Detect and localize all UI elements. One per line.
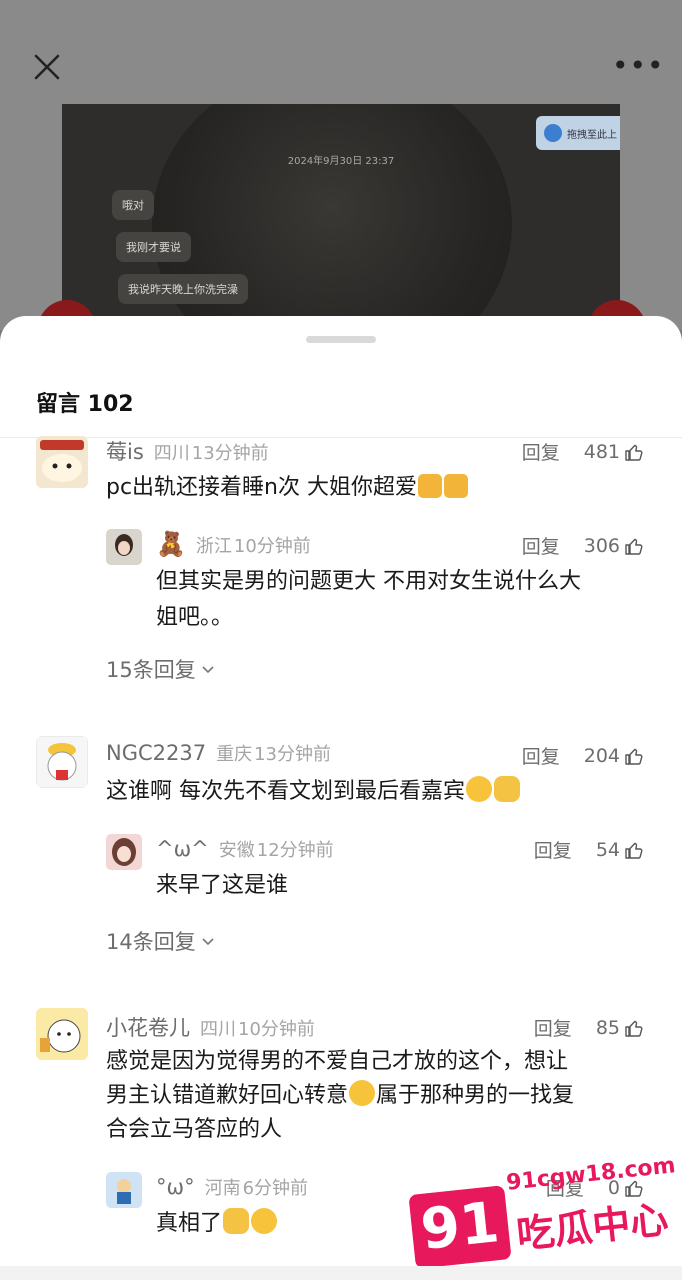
reply-avatar[interactable]	[106, 1172, 142, 1208]
reply-text: 真相了	[156, 1206, 278, 1242]
like-count: 204	[583, 744, 620, 767]
reply-button[interactable]: 回复	[522, 438, 560, 465]
reply-text-line: 姐吧。。	[156, 605, 234, 630]
avatar[interactable]	[36, 736, 88, 788]
comment-actions: 回复 85	[534, 1014, 644, 1041]
reply-meta: ^ω^ 安徽 12分钟前	[156, 836, 334, 862]
comment-time: 13分钟前	[254, 744, 331, 765]
comment-time: 10分钟前	[238, 1019, 315, 1040]
expand-replies-button[interactable]: 15条回复	[106, 654, 214, 684]
reply-text: 来早了这是谁	[156, 873, 289, 898]
comment-text-line: 感觉是因为觉得男的不爱自己才放的这个，想让	[106, 1049, 569, 1074]
watermark-logo: 91	[408, 1185, 512, 1269]
comment-text-content: 这谁啊 每次先不看文划到最后看嘉宾	[106, 779, 465, 804]
chat-bubble: 我刚才要说	[116, 232, 191, 262]
chat-timestamp: 2024年9月30日 23:37	[287, 156, 395, 167]
close-icon	[34, 54, 60, 80]
laughing-emoji-icon	[251, 1208, 278, 1234]
comment-meta: 莓is 四川 13分钟前	[106, 436, 269, 466]
chat-screenshot-photo: 拖拽至此上 2024年9月30日 23:37 哦对 我刚才要说 我说昨天晚上你洗…	[62, 104, 620, 330]
more-button[interactable]: •••	[612, 52, 664, 80]
thumbs-up-icon[interactable]	[624, 840, 644, 860]
expand-replies-label: 14条回复	[106, 930, 196, 954]
reply-location: 浙江	[195, 536, 232, 557]
reply-button[interactable]: 回复	[522, 742, 560, 769]
thumbs-up-emoji-icon	[418, 474, 442, 498]
thumbs-up-emoji-icon	[444, 474, 468, 498]
comment-actions: 回复 204	[522, 742, 644, 769]
cloud-badge: 拖拽至此上	[536, 116, 620, 150]
reply-button[interactable]: 回复	[522, 532, 560, 559]
reply-author[interactable]: °ω°	[156, 1175, 195, 1199]
comment-author[interactable]: NGC2237	[106, 741, 206, 765]
like-count: 85	[595, 1016, 620, 1039]
comment-actions: 回复 481	[522, 438, 644, 465]
reply-meta: 🧸 浙江 10分钟前	[156, 530, 311, 558]
comment-meta: 小花卷儿 四川 10分钟前	[106, 1012, 315, 1042]
reply-time: 6分钟前	[242, 1178, 309, 1199]
reply-author[interactable]: 🧸	[156, 530, 186, 558]
drag-handle[interactable]	[306, 336, 376, 343]
reply-text-line: 但其实是男的问题更大 不用对女生说什么大	[156, 569, 581, 594]
status-bar	[0, 0, 682, 14]
reply-meta: °ω° 河南 6分钟前	[156, 1174, 308, 1200]
laughing-emoji-icon	[349, 1080, 376, 1106]
comments-title: 留言 102	[36, 392, 134, 417]
comment-time: 13分钟前	[191, 443, 269, 464]
reply-time: 12分钟前	[256, 840, 334, 861]
background-photo-area: ••• 拖拽至此上 2024年9月30日 23:37 哦对 我刚才要说 我说昨天…	[0, 0, 682, 358]
laughing-emoji-icon	[466, 776, 492, 802]
reply-actions: 回复 54	[534, 836, 644, 863]
comment-text-segment: 男主认错道歉好回心转意	[106, 1083, 349, 1108]
comment-author[interactable]: 莓is	[106, 436, 144, 466]
reply-button[interactable]: 回复	[534, 836, 572, 863]
reply-text-content: 真相了	[156, 1211, 223, 1236]
expand-replies-button[interactable]: 14条回复	[106, 926, 214, 956]
comment-location: 四川	[200, 1019, 236, 1040]
comment-text-segment: 属于那种男的一找复	[376, 1083, 575, 1108]
comment-text: 这谁啊 每次先不看文划到最后看嘉宾	[106, 774, 521, 810]
comment-location: 四川	[153, 443, 190, 464]
reply-author[interactable]: ^ω^	[156, 837, 209, 861]
comment-text-line: 男主认错道歉好回心转意 属于那种男的一找复	[106, 1078, 574, 1114]
more-dots-icon: •••	[612, 49, 665, 82]
thumbs-up-icon[interactable]	[624, 1018, 644, 1038]
chat-bubble: 哦对	[112, 190, 154, 220]
like-count: 54	[595, 838, 620, 861]
reply-location: 安徽	[218, 840, 255, 861]
comment-text-content: pc出轨还接着睡n次 大姐你超爱	[106, 475, 417, 500]
comment-author[interactable]: 小花卷儿	[106, 1012, 190, 1042]
ok-hand-emoji-icon	[494, 776, 520, 802]
expand-replies-label: 15条回复	[106, 658, 196, 682]
reply-time: 10分钟前	[233, 536, 311, 557]
reply-avatar[interactable]	[106, 834, 142, 870]
avatar[interactable]	[36, 1008, 88, 1060]
close-button[interactable]	[30, 50, 66, 86]
chat-bubble: 我说昨天晚上你洗完澡	[118, 274, 248, 304]
avatar[interactable]	[36, 436, 88, 488]
reply-actions: 回复 306	[522, 532, 644, 559]
comment-text: pc出轨还接着睡n次 大姐你超爱	[106, 470, 469, 506]
like-count: 306	[583, 534, 620, 557]
ok-hand-emoji-icon	[223, 1208, 250, 1234]
comments-sheet: 留言 102 莓is 四川 13分钟前 回复 481 pc出轨还接着睡n次 大姐…	[0, 316, 682, 1280]
chevron-down-icon	[202, 666, 214, 674]
cloud-icon	[544, 124, 562, 142]
comment-text-line: 合会立马答应的人	[106, 1117, 283, 1142]
reply-button[interactable]: 回复	[534, 1014, 572, 1041]
reply-avatar[interactable]	[106, 529, 142, 565]
thumbs-up-icon[interactable]	[624, 746, 644, 766]
comment-meta: NGC2237 重庆 13分钟前	[106, 740, 331, 766]
bottom-bar	[0, 1266, 682, 1280]
cloud-badge-label: 拖拽至此上	[567, 129, 617, 141]
comment-location: 重庆	[216, 744, 253, 765]
like-count: 481	[583, 440, 620, 463]
thumbs-up-icon[interactable]	[624, 536, 644, 556]
chevron-down-icon	[202, 938, 214, 946]
reply-location: 河南	[204, 1178, 241, 1199]
thumbs-up-icon[interactable]	[624, 442, 644, 462]
